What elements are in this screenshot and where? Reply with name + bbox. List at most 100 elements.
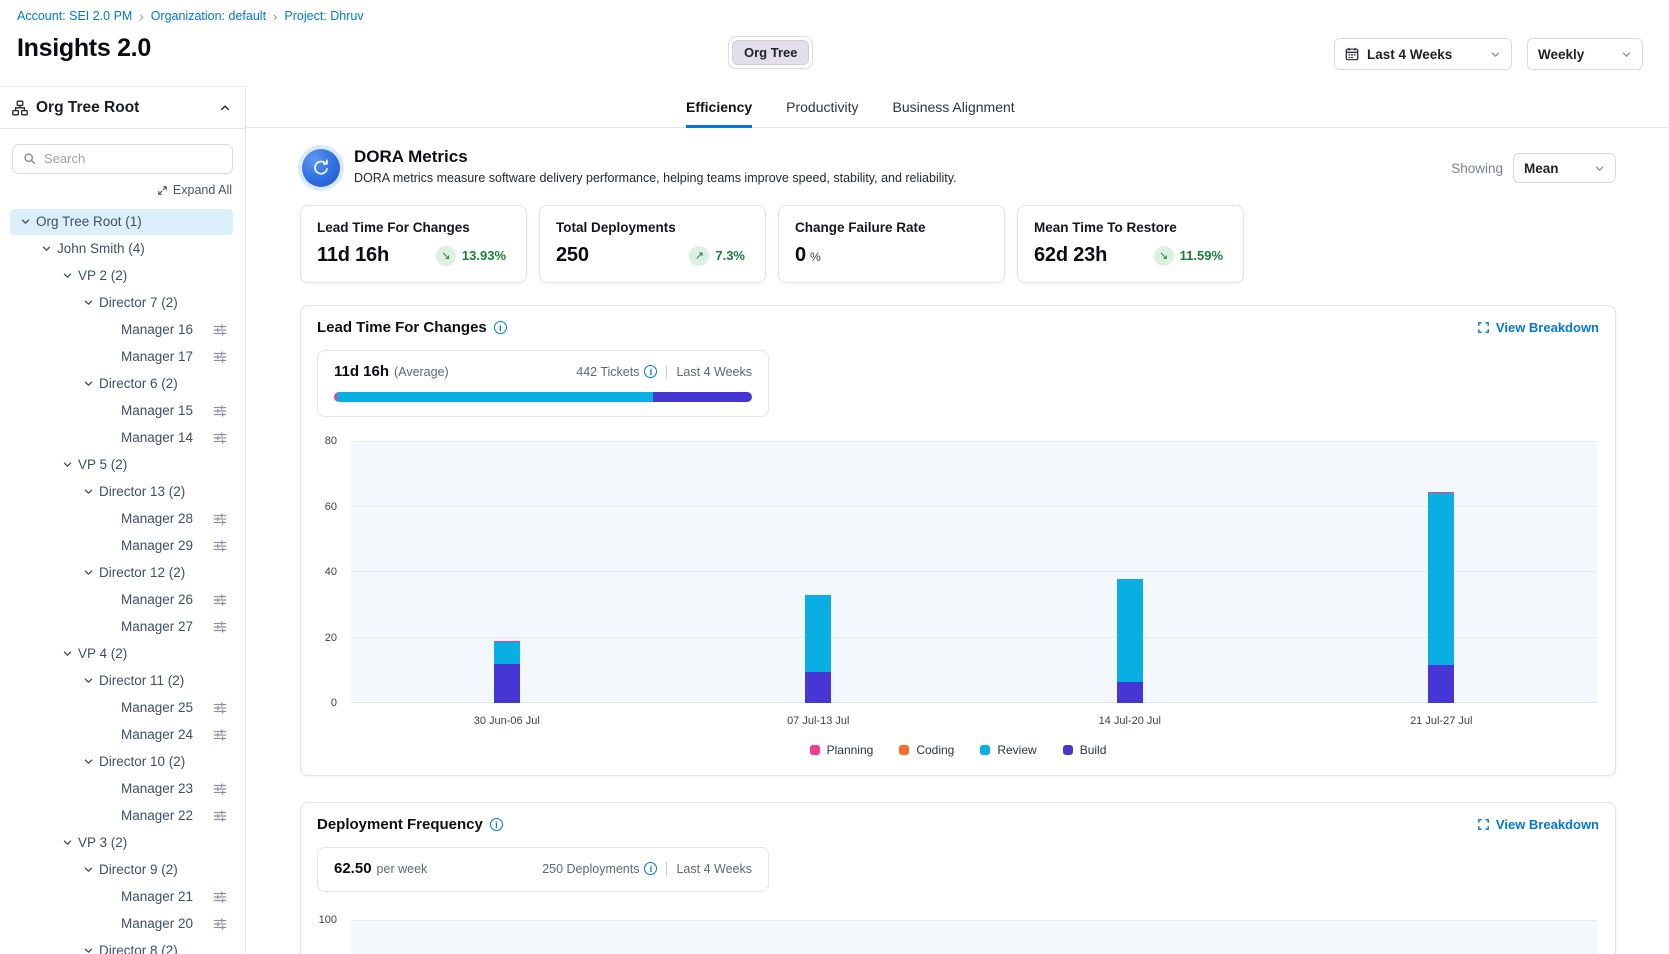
info-icon[interactable] — [644, 862, 657, 875]
expand-all-link[interactable]: Expand All — [157, 183, 232, 197]
chevron-down-icon[interactable] — [83, 297, 94, 308]
deployment-view-breakdown[interactable]: View Breakdown — [1477, 817, 1599, 832]
tree-item-manager-14[interactable]: Manager 14 — [10, 425, 233, 451]
sliders-icon[interactable] — [213, 431, 227, 445]
tree-item-director-9-2[interactable]: Director 9 (2) — [10, 857, 233, 883]
tree-item-label: Manager 20 — [121, 916, 193, 931]
tree-item-manager-26[interactable]: Manager 26 — [10, 587, 233, 613]
distribution-segment-review — [337, 392, 653, 402]
showing-select[interactable]: Mean — [1513, 153, 1616, 183]
tree-item-john-smith-4[interactable]: John Smith (4) — [10, 236, 233, 262]
tab-efficiency[interactable]: Efficiency — [686, 86, 752, 128]
tree-item-manager-24[interactable]: Manager 24 — [10, 722, 233, 748]
chevron-down-icon[interactable] — [83, 756, 94, 767]
tree-item-manager-22[interactable]: Manager 22 — [10, 803, 233, 829]
tree-item-label: John Smith (4) — [57, 241, 145, 256]
chevron-down-icon[interactable] — [83, 567, 94, 578]
info-icon[interactable] — [494, 321, 507, 334]
stacked-bar-21-jul-27-jul[interactable] — [1428, 492, 1454, 703]
sliders-icon[interactable] — [213, 782, 227, 796]
chevron-down-icon[interactable] — [83, 378, 94, 389]
chevron-down-icon[interactable] — [83, 945, 94, 954]
sliders-icon[interactable] — [213, 323, 227, 337]
tree-item-manager-25[interactable]: Manager 25 — [10, 695, 233, 721]
tree-item-label: Manager 28 — [121, 511, 193, 526]
sliders-icon[interactable] — [213, 620, 227, 634]
sliders-icon[interactable] — [213, 593, 227, 607]
tree-item-manager-21[interactable]: Manager 21 — [10, 884, 233, 910]
org-tree-header[interactable]: Org Tree Root — [0, 87, 245, 129]
legend-item-build[interactable]: Build — [1063, 743, 1107, 757]
tree-item-vp-5-2[interactable]: VP 5 (2) — [10, 452, 233, 478]
legend-item-planning[interactable]: Planning — [810, 743, 874, 757]
tree-item-label: Director 12 (2) — [99, 565, 185, 580]
tree-item-director-13-2[interactable]: Director 13 (2) — [10, 479, 233, 505]
chevron-down-icon[interactable] — [62, 648, 73, 659]
tree-item-manager-28[interactable]: Manager 28 — [10, 506, 233, 532]
org-tree-toggle-button[interactable]: Org Tree — [732, 40, 809, 65]
tree-item-manager-17[interactable]: Manager 17 — [10, 344, 233, 370]
tree-item-vp-4-2[interactable]: VP 4 (2) — [10, 641, 233, 667]
tree-item-label: Manager 29 — [121, 538, 193, 553]
lead-time-view-breakdown[interactable]: View Breakdown — [1477, 320, 1599, 335]
breadcrumb-link-project[interactable]: Project: Dhruv — [284, 9, 363, 23]
tree-item-director-10-2[interactable]: Director 10 (2) — [10, 749, 233, 775]
chevron-down-icon[interactable] — [41, 243, 52, 254]
tree-item-director-12-2[interactable]: Director 12 (2) — [10, 560, 233, 586]
deployment-frequency-panel: Deployment Frequency View Breakdown 62.5… — [300, 802, 1616, 954]
tree-item-label: Manager 25 — [121, 700, 193, 715]
chevron-down-icon[interactable] — [20, 216, 31, 227]
breadcrumb-link-organization[interactable]: Organization: default — [151, 9, 266, 23]
tree-item-vp-3-2[interactable]: VP 3 (2) — [10, 830, 233, 856]
tree-item-manager-20[interactable]: Manager 20 — [10, 911, 233, 937]
sliders-icon[interactable] — [213, 404, 227, 418]
legend-item-coding[interactable]: Coding — [899, 743, 954, 757]
sliders-icon[interactable] — [213, 539, 227, 553]
tree-item-director-11-2[interactable]: Director 11 (2) — [10, 668, 233, 694]
stacked-bar-30-jun-06-jul[interactable] — [494, 641, 520, 703]
sliders-icon[interactable] — [213, 809, 227, 823]
sliders-icon[interactable] — [213, 701, 227, 715]
tree-item-vp-2-2[interactable]: VP 2 (2) — [10, 263, 233, 289]
granularity-select[interactable]: Weekly — [1527, 38, 1643, 70]
info-icon[interactable] — [490, 818, 503, 831]
stacked-bar-14-jul-20-jul[interactable] — [1117, 579, 1143, 703]
sliders-icon[interactable] — [213, 917, 227, 931]
x-axis-labels: 30 Jun-06 Jul07 Jul-13 Jul14 Jul-20 Jul2… — [351, 703, 1597, 733]
x-axis-tick: 14 Jul-20 Jul — [1099, 715, 1161, 727]
tab-productivity[interactable]: Productivity — [786, 86, 858, 128]
tree-item-manager-23[interactable]: Manager 23 — [10, 776, 233, 802]
tree-item-org-tree-root-1[interactable]: Org Tree Root (1) — [10, 209, 233, 235]
info-icon[interactable] — [644, 365, 657, 378]
legend-swatch — [899, 745, 909, 755]
chevron-down-icon[interactable] — [62, 270, 73, 281]
breadcrumb-link-account[interactable]: Account: SEI 2.0 PM — [17, 9, 132, 23]
tree-item-director-8-2[interactable]: Director 8 (2) — [10, 938, 233, 954]
chevron-down-icon[interactable] — [83, 486, 94, 497]
tree-item-director-6-2[interactable]: Director 6 (2) — [10, 371, 233, 397]
tree-item-label: VP 4 (2) — [78, 646, 127, 661]
sliders-icon[interactable] — [213, 512, 227, 526]
tree-item-manager-29[interactable]: Manager 29 — [10, 533, 233, 559]
search-input[interactable] — [44, 151, 222, 166]
sliders-icon[interactable] — [213, 890, 227, 904]
trend-up-icon: ↗ — [689, 246, 709, 266]
chevron-down-icon[interactable] — [62, 459, 73, 470]
breadcrumb-separator-icon: › — [273, 10, 277, 23]
legend-item-review[interactable]: Review — [980, 743, 1036, 757]
tree-item-manager-16[interactable]: Manager 16 — [10, 317, 233, 343]
sliders-icon[interactable] — [213, 350, 227, 364]
chevron-down-icon[interactable] — [83, 864, 94, 875]
chevron-down-icon[interactable] — [83, 675, 94, 686]
chevron-up-icon[interactable] — [219, 102, 231, 114]
chevron-down-icon[interactable] — [62, 837, 73, 848]
date-range-select[interactable]: Last 4 Weeks — [1334, 38, 1512, 70]
stacked-bar-07-jul-13-jul[interactable] — [805, 595, 831, 703]
tree-item-manager-27[interactable]: Manager 27 — [10, 614, 233, 640]
metric-label: Total Deployments — [556, 220, 749, 235]
tree-item-label: Director 11 (2) — [99, 673, 184, 688]
sliders-icon[interactable] — [213, 728, 227, 742]
tree-item-manager-15[interactable]: Manager 15 — [10, 398, 233, 424]
tab-business-alignment[interactable]: Business Alignment — [893, 86, 1015, 128]
tree-item-director-7-2[interactable]: Director 7 (2) — [10, 290, 233, 316]
